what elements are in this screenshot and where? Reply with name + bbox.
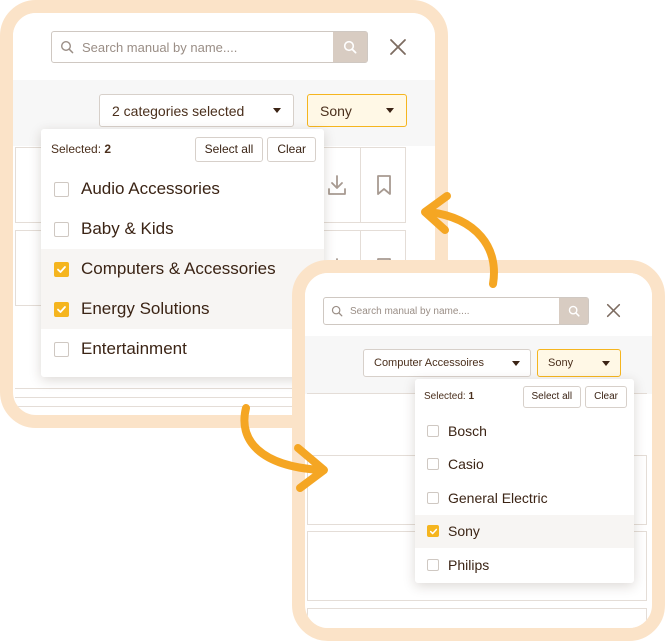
check-icon — [57, 265, 66, 273]
option-energy-solutions[interactable]: Energy Solutions — [41, 289, 324, 329]
chevron-down-icon — [386, 108, 394, 113]
option-label: General Electric — [448, 489, 548, 506]
header-bar: Search manual by name.... — [13, 13, 435, 80]
search-input[interactable]: Search manual by name.... — [350, 306, 559, 317]
selected-count: Selected: 2 — [51, 142, 112, 156]
checkbox-checked[interactable] — [54, 261, 69, 277]
option-label: Bosch — [448, 422, 487, 439]
close-icon — [390, 39, 406, 55]
brand-select-label: Sony — [548, 357, 574, 369]
brand-select-label: Sony — [320, 102, 352, 119]
clear-button[interactable]: Clear — [585, 385, 627, 408]
category-select[interactable]: Computer Accessoires — [363, 349, 531, 377]
checkbox[interactable] — [427, 458, 439, 471]
option-philips[interactable]: Philips — [415, 548, 634, 582]
checkbox[interactable] — [427, 424, 439, 437]
option-label: Sony — [448, 523, 480, 540]
search-button[interactable] — [559, 298, 588, 324]
select-all-button[interactable]: Select all — [194, 136, 264, 162]
close-button[interactable] — [385, 34, 411, 60]
category-dropdown: Selected: 2 Select all Clear Audio Acces… — [41, 129, 324, 377]
chevron-down-icon — [273, 108, 281, 113]
option-casio[interactable]: Casio — [415, 448, 634, 482]
checkbox[interactable] — [54, 341, 69, 357]
brand-select[interactable]: Sony — [307, 94, 407, 127]
download-icon — [327, 175, 346, 195]
option-entertainment[interactable]: Entertainment — [41, 329, 324, 369]
option-sony[interactable]: Sony — [415, 514, 634, 548]
clear-button[interactable]: Clear — [267, 136, 316, 162]
arrow-back-icon — [421, 192, 498, 288]
search-button[interactable] — [333, 32, 367, 62]
check-icon — [57, 305, 66, 313]
selected-count: Selected: 1 — [424, 391, 475, 402]
select-all-button[interactable]: Select all — [522, 385, 582, 408]
checkbox-checked[interactable] — [427, 525, 439, 538]
search-field[interactable]: Search manual by name.... — [323, 297, 589, 325]
brand-select[interactable]: Sony — [537, 349, 621, 377]
close-button[interactable] — [602, 299, 624, 321]
search-icon — [343, 40, 357, 54]
arrow-forward-icon — [240, 404, 328, 492]
search-input[interactable]: Search manual by name.... — [82, 40, 333, 55]
option-computers-accessories[interactable]: Computers & Accessories — [41, 249, 324, 289]
screenshot-frame-brands: Search manual by name.... Computer Acces… — [292, 260, 665, 641]
option-label: Computers & Accessories — [81, 259, 276, 278]
option-baby-kids[interactable]: Baby & Kids — [41, 209, 324, 249]
dropdown-header: Selected: 1 Select all Clear — [415, 379, 634, 414]
option-label: Energy Solutions — [81, 299, 210, 318]
brand-dropdown: Selected: 1 Select all Clear Bosch Casio… — [415, 379, 634, 583]
close-icon — [606, 303, 620, 317]
option-label: Entertainment — [81, 339, 187, 358]
option-general-electric[interactable]: General Electric — [415, 481, 634, 515]
check-icon — [429, 528, 437, 535]
bookmark-button[interactable] — [360, 148, 406, 222]
search-icon — [324, 305, 350, 317]
category-select-label: 2 categories selected — [112, 102, 245, 119]
search-icon — [52, 40, 82, 54]
checkbox[interactable] — [427, 491, 439, 504]
option-label: Philips — [448, 556, 490, 573]
bookmark-icon — [376, 175, 391, 195]
option-label: Audio Accessories — [81, 179, 220, 198]
chevron-down-icon — [512, 360, 520, 366]
checkbox[interactable] — [54, 221, 69, 237]
search-field[interactable]: Search manual by name.... — [51, 31, 368, 63]
search-icon — [568, 305, 580, 317]
option-audio-accessories[interactable]: Audio Accessories — [41, 169, 324, 209]
chevron-down-icon — [602, 360, 610, 366]
table-row[interactable] — [307, 608, 647, 628]
checkbox[interactable] — [54, 181, 69, 197]
checkbox-checked[interactable] — [54, 301, 69, 317]
category-select[interactable]: 2 categories selected — [99, 94, 294, 127]
category-select-label: Computer Accessoires — [374, 357, 485, 369]
option-label: Baby & Kids — [81, 219, 174, 238]
checkbox[interactable] — [427, 558, 439, 571]
option-label: Casio — [448, 456, 484, 473]
dropdown-header: Selected: 2 Select all Clear — [41, 129, 324, 169]
option-bosch[interactable]: Bosch — [415, 414, 634, 448]
